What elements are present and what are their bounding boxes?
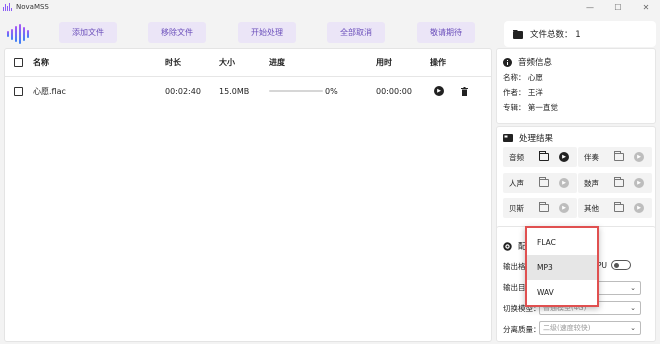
result-vocals: 人声 ▶ [503, 173, 577, 193]
file-count: 文件总数： 1 [530, 30, 581, 40]
folder-icon[interactable] [614, 177, 624, 187]
result-bass: 贝斯 ▶ [503, 198, 577, 218]
play-icon[interactable]: ▶ [559, 178, 569, 188]
row-checkbox[interactable] [14, 86, 23, 96]
audio-info-panel: 音频信息 名称： 心愿 作者： 王洋 专辑： 第一直觉 [496, 48, 656, 124]
toolbar: 添加文件 移除文件 开始处理 全部取消 敬请期待 文件总数： 1 [0, 14, 660, 48]
column-progress[interactable]: 进度 [269, 57, 285, 68]
window-title: NovaMSS [16, 3, 49, 11]
minimize-button[interactable]: — [576, 0, 604, 14]
results-header: 处理结果 [503, 132, 553, 144]
add-file-button[interactable]: 添加文件 [59, 22, 117, 43]
play-icon[interactable]: ▶ [434, 86, 444, 96]
result-other: 其他 ▶ [578, 198, 652, 218]
quality-label: 分离质量： [503, 325, 541, 334]
column-size[interactable]: 大小 [219, 57, 235, 68]
delete-icon[interactable] [461, 86, 468, 96]
result-label: 音频 [509, 152, 524, 162]
file-table: 名称 时长 大小 进度 用时 操作 心愿.flac 00:02:40 15.0M… [4, 48, 492, 342]
play-icon[interactable]: ▶ [559, 203, 569, 213]
result-label: 其他 [584, 203, 599, 213]
table-header: 名称 时长 大小 进度 用时 操作 [5, 49, 491, 77]
folder-icon [513, 30, 523, 39]
column-actions: 操作 [430, 58, 446, 67]
app-logo-icon [3, 3, 13, 11]
column-duration[interactable]: 时长 [165, 57, 181, 68]
progress-bar [269, 90, 323, 92]
brand-logo-icon [7, 24, 29, 44]
close-button[interactable]: ✕ [632, 0, 660, 14]
quality-value: 二级(速度较快) [543, 324, 591, 332]
format-dropdown: FLAC MP3 WAV [525, 226, 599, 307]
start-processing-button[interactable]: 开始处理 [238, 22, 296, 43]
cancel-all-button[interactable]: 全部取消 [327, 22, 385, 43]
folder-icon[interactable] [539, 151, 549, 161]
file-count-panel: 文件总数： 1 [504, 21, 656, 47]
play-icon[interactable]: ▶ [634, 152, 644, 162]
column-name[interactable]: 名称 [33, 57, 49, 68]
chevron-down-icon: ⌄ [630, 284, 636, 292]
folder-icon[interactable] [614, 202, 624, 212]
title-bar: NovaMSS — ☐ ✕ [0, 0, 660, 14]
gpu-toggle[interactable] [611, 260, 631, 270]
config-header: 配 [503, 240, 527, 252]
file-duration: 00:02:40 [165, 86, 201, 96]
file-elapsed: 00:00:00 [376, 86, 412, 96]
play-icon[interactable]: ▶ [634, 203, 644, 213]
result-drums: 鼓声 ▶ [578, 173, 652, 193]
audio-info-title: 音频信息 [518, 58, 553, 68]
play-icon[interactable]: ▶ [634, 178, 644, 188]
result-label: 贝斯 [509, 203, 524, 213]
quality-select[interactable]: 二级(速度较快) ⌄ [539, 321, 641, 335]
remove-file-button[interactable]: 移除文件 [148, 22, 206, 43]
results-title: 处理结果 [519, 134, 554, 144]
format-option-mp3[interactable]: MP3 [527, 255, 597, 280]
result-label: 伴奏 [584, 152, 599, 162]
format-option-flac[interactable]: FLAC [527, 230, 597, 255]
audio-album: 专辑： 第一直觉 [503, 103, 558, 112]
maximize-button[interactable]: ☐ [604, 0, 632, 14]
column-elapsed[interactable]: 用时 [376, 57, 392, 68]
result-accompaniment: 伴奏 ▶ [578, 147, 652, 167]
progress-text: 0% [325, 86, 338, 96]
result-label: 鼓声 [584, 178, 599, 188]
gear-icon [503, 241, 512, 251]
audio-name: 名称： 心愿 [503, 73, 543, 82]
audio-info-header: 音频信息 [503, 56, 552, 68]
folder-icon[interactable] [539, 202, 549, 212]
table-row[interactable]: 心愿.flac 00:02:40 15.0MB 0% 00:00:00 ▶ [5, 77, 491, 105]
folder-icon[interactable] [614, 151, 624, 161]
chevron-down-icon: ⌄ [630, 324, 636, 332]
chevron-down-icon: ⌄ [630, 304, 636, 312]
coming-soon-button[interactable]: 敬请期待 [417, 22, 475, 43]
info-icon [503, 57, 512, 67]
results-icon [503, 134, 513, 142]
folder-icon[interactable] [539, 177, 549, 187]
audio-artist: 作者： 王洋 [503, 88, 543, 97]
output-dir-label: 输出目 [503, 283, 526, 292]
result-label: 人声 [509, 178, 524, 188]
file-size: 15.0MB [219, 86, 250, 96]
window-controls: — ☐ ✕ [576, 0, 660, 14]
play-icon[interactable]: ▶ [559, 152, 569, 162]
result-audio: 音频 ▶ [503, 147, 577, 167]
format-option-wav[interactable]: WAV [527, 280, 597, 305]
file-name: 心愿.flac [33, 86, 66, 96]
select-all-checkbox[interactable] [14, 58, 23, 67]
